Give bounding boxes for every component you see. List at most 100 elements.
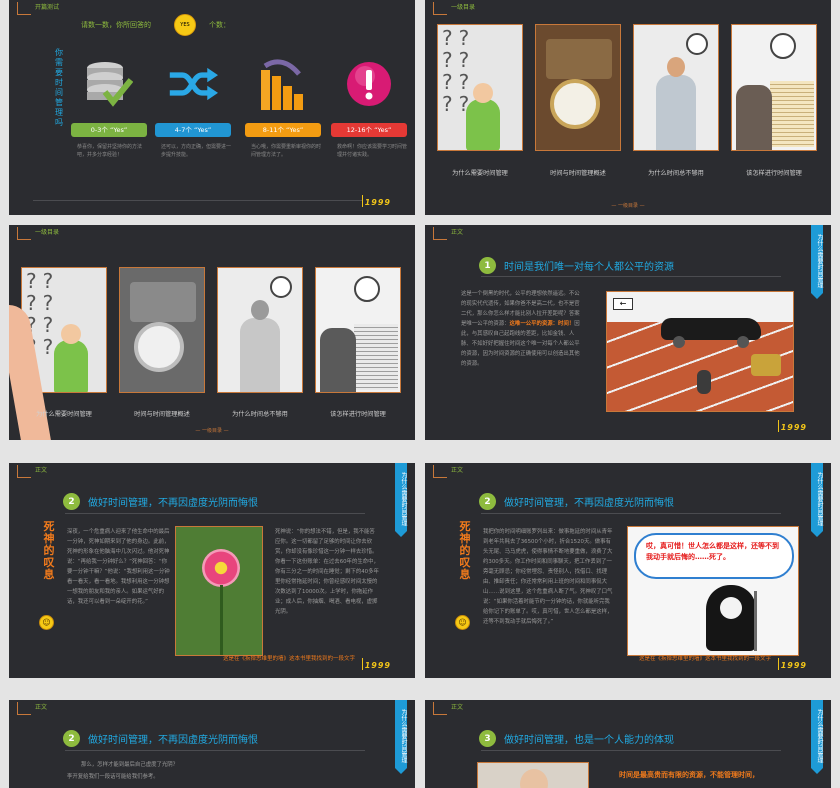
stem	[220, 585, 223, 655]
section-tab: 为什么需要时间管理	[811, 225, 823, 299]
score-option: 12-16个 “Yes” 救命啊！你应该需要学习时间管理并付诸实践。	[331, 55, 407, 159]
slide-heading: 时间是我们唯一对每个人都公平的资源	[504, 262, 674, 273]
race-illustration: ←	[606, 291, 794, 412]
section-tab: 为什么需要时间管理	[811, 700, 823, 774]
toc-caption: 时间与时间管理概述	[550, 170, 606, 177]
alert-icon	[344, 55, 394, 113]
clock-icon	[686, 33, 708, 55]
slide-thumbnail-2[interactable]: 一级目录 ?? ?? ?? ?? 为什么需要时间管理 时间与时间管理概述 为什么…	[425, 0, 831, 215]
smiley-icon: ☺	[39, 615, 54, 630]
corner-mark	[17, 2, 31, 15]
heading-divider	[65, 513, 365, 514]
runner-figure	[697, 370, 711, 394]
corner-mark	[433, 227, 447, 240]
section-tab: 为什么需要时间管理	[395, 463, 407, 537]
heading-divider	[481, 276, 781, 277]
watch-icon	[134, 322, 184, 372]
story-left-text: 深夜，一个危重病人迎来了他生命中的最后一分钟，死神如期来到了他的身边。此前，死神…	[67, 529, 170, 605]
number-badge: 2	[479, 493, 496, 510]
watch-icon	[550, 79, 600, 129]
corner-label: 开篇测试	[35, 4, 60, 11]
toc-caption: 时间与时间管理概述	[134, 411, 190, 418]
score-option: 8-11个 “Yes” 当心哦，你需要重新审视你的时间管理方法了。	[245, 55, 321, 159]
slide-thumbnail-3[interactable]: 一级目录 ?? ?? ?? ?? 为什么需要时间管理 时间与时间管理概述 为什么…	[9, 225, 415, 440]
man-figure	[240, 300, 280, 392]
heading-divider	[481, 750, 781, 751]
toc-caption: 该怎样进行时间管理	[330, 411, 386, 418]
flower-icon	[202, 549, 240, 587]
vertical-question: 你需要时间管理吗	[55, 48, 63, 127]
death-cartoon: 哎，真可惜！世人怎么都是这样，还等不到我动手就后悔的……死了。	[627, 526, 799, 656]
toc-caption: 为什么需要时间管理	[36, 411, 92, 418]
corner-mark	[433, 2, 447, 15]
chest-shape	[546, 39, 612, 79]
speech-bubble: 哎，真可惜！世人怎么都是这样，还等不到我动手就后悔的……死了。	[634, 533, 794, 579]
paperwork-photo	[731, 24, 817, 151]
score-description: 恭喜你，保留并坚持你的方法吧，并多分享经验！	[77, 144, 143, 158]
pocket-watch-photo	[535, 24, 621, 151]
portrait-photo	[477, 762, 589, 788]
corner-mark	[433, 702, 447, 715]
corner-label: 正文	[35, 704, 48, 711]
score-pill: 12-16个 “Yes”	[331, 123, 407, 137]
corner-label: 正文	[451, 704, 464, 711]
arrow-sign-icon: ←	[613, 298, 633, 310]
page-mark: — 一级目录 —	[195, 428, 229, 434]
death-sigh-title: 死神的叹息	[459, 520, 471, 581]
chest-shape	[130, 282, 196, 322]
slide-thumbnail-7[interactable]: 正文 为什么需要时间管理 2 做好时间管理，不再因虚度光阴而悔恨 那么，怎样才能…	[9, 700, 415, 788]
footer-bar	[362, 195, 363, 207]
slide-heading: 做好时间管理，不再因虚度光阴而悔恨	[88, 498, 258, 509]
number-badge: 3	[479, 730, 496, 747]
corner-label: 一级目录	[451, 4, 476, 11]
clock-icon	[270, 276, 292, 298]
heading-divider	[481, 513, 781, 514]
slide-thumbnail-6[interactable]: 正文 为什么需要时间管理 2 做好时间管理，不再因虚度光阴而悔恨 死神的叹息 ☺…	[425, 463, 831, 678]
slide-thumbnail-5[interactable]: 正文 为什么需要时间管理 2 做好时间管理，不再因虚度光阴而悔恨 死神的叹息 ☺…	[9, 463, 415, 678]
footer-bar	[778, 420, 779, 432]
bar-chart-icon	[258, 55, 308, 113]
corner-mark	[17, 227, 31, 240]
slide-heading: 做好时间管理，不再因虚度光阴而悔恨	[504, 498, 674, 509]
clock-icon	[354, 276, 380, 302]
paper-stack	[354, 324, 398, 390]
slide-thumbnail-1[interactable]: 开篇测试 请数一数，你所回答的 YES 个数： 你需要时间管理吗 0-3个 “Y…	[9, 0, 415, 215]
reaper-figure	[706, 585, 756, 651]
baby-figure	[54, 324, 88, 392]
score-description: 救命啊！你应该需要学习时间管理并付诸实践。	[337, 144, 408, 158]
cart-figure	[751, 354, 781, 376]
body-text-rest: 因此，与其感叹自己起跑线的差距，比如金钱、人脉、不如好好把握住时间这个唯一对每个…	[461, 321, 580, 367]
corner-label: 正文	[451, 229, 464, 236]
flower-photo	[175, 526, 263, 656]
corner-label: 正文	[451, 467, 464, 474]
face-figure	[520, 769, 548, 788]
page-mark: — 一级目录 —	[611, 203, 645, 209]
toc-caption: 为什么时间总不够用	[648, 170, 704, 177]
body-line-2: 李开复给我们一段话可能给我们参考。	[67, 774, 159, 780]
score-option: 0-3个 “Yes” 恭喜你，保留并坚持你的方法吧，并多分享经验！	[71, 55, 147, 159]
section-tab: 为什么需要时间管理	[395, 700, 407, 774]
man-figure	[320, 328, 356, 392]
quiz-unit: 个数：	[209, 21, 230, 29]
source-caption: 这是在《拆掉思维里的墙》这本书里我找到的一段文字	[638, 656, 771, 662]
wheel-icon	[673, 336, 685, 348]
slide-thumbnail-4[interactable]: 正文 为什么需要时间管理 1 时间是我们唯一对每个人都公平的资源 这是一个倒黑的…	[425, 225, 831, 440]
score-description: 当心哦，你需要重新审视你的时间管理方法了。	[251, 144, 322, 158]
heading-divider	[65, 750, 365, 751]
score-description: 还可以，方向正确，但需要进一步提升技能。	[161, 144, 232, 158]
source-caption: 这是在《拆掉思维里的墙》这本书里我找到的一段文字	[222, 656, 355, 662]
man-clock-photo	[217, 267, 303, 393]
footer-logo: 1999	[780, 423, 807, 432]
yes-emoji-icon: YES	[174, 14, 196, 36]
story-right-text: 死神说：“你的想法不错，但是，我不能答应你。这一切都留了足够的时间让你去欣赏，你…	[275, 529, 379, 615]
footer-logo: 1999	[364, 198, 391, 207]
score-pill: 4-7个 “Yes”	[155, 123, 231, 137]
heading-row: 2 做好时间管理，不再因虚度光阴而悔恨	[63, 493, 258, 510]
heading-row: 3 做好时间管理，也是一个人能力的体现	[479, 730, 674, 747]
slide-thumbnail-8[interactable]: 正文 为什么需要时间管理 3 做好时间管理，也是一个人能力的体现 时间是最高贵而…	[425, 700, 831, 788]
wheel-icon	[737, 336, 749, 348]
footer-logo: 1999	[364, 661, 391, 670]
score-option: 4-7个 “Yes” 还可以，方向正确，但需要进一步提升技能。	[155, 55, 231, 159]
section-tab: 为什么需要时间管理	[811, 463, 823, 537]
heading-row: 1 时间是我们唯一对每个人都公平的资源	[479, 257, 674, 274]
